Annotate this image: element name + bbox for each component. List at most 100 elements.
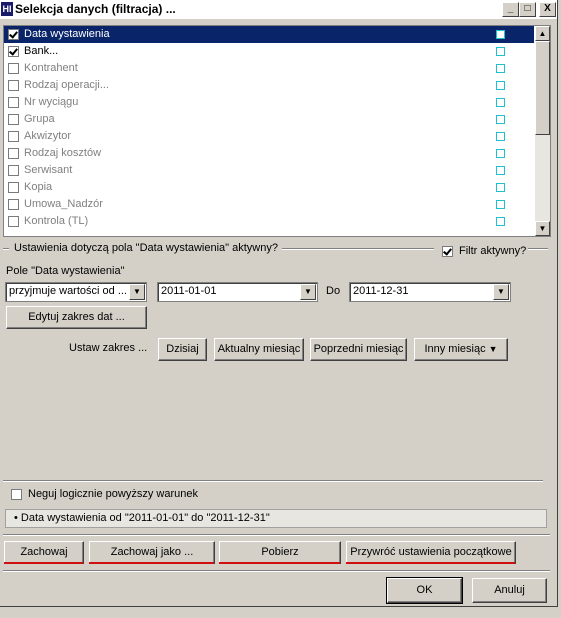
mode-select[interactable]: przyjmuje wartości od ... ▼ <box>5 282 147 302</box>
close-button[interactable]: X <box>539 2 556 17</box>
load-button[interactable]: Pobierz <box>219 541 341 564</box>
scroll-up-icon[interactable]: ▲ <box>535 26 550 41</box>
list-item[interactable]: Serwisant <box>4 162 534 179</box>
current-month-label: Aktualny miesiąc <box>217 343 301 355</box>
save-as-button[interactable]: Zachowaj jako ... <box>89 541 215 564</box>
previous-month-button[interactable]: Poprzedni miesiąc <box>310 338 407 361</box>
cancel-button[interactable]: Anuluj <box>472 578 547 603</box>
status-marker-icon <box>496 217 505 226</box>
status-marker-icon <box>496 81 505 90</box>
chevron-down-icon[interactable]: ▼ <box>129 284 145 300</box>
field-checkbox[interactable] <box>8 29 19 40</box>
today-button[interactable]: Dzisiaj <box>158 338 207 361</box>
list-item[interactable]: Kontrahent <box>4 60 534 77</box>
status-marker-icon <box>496 115 505 124</box>
filter-active-label: Filtr aktywny? <box>459 245 527 257</box>
dropdown-arrow-icon: ▼ <box>488 344 498 354</box>
field-caption: Pole "Data wystawienia" <box>6 265 125 277</box>
field-label: Serwisant <box>24 164 73 176</box>
group-line <box>282 248 434 250</box>
field-checkbox[interactable] <box>8 63 19 74</box>
save-button[interactable]: Zachowaj <box>4 541 84 564</box>
negate-label: Neguj logicznie powyższy warunek <box>28 488 198 500</box>
field-checkbox[interactable] <box>8 199 19 210</box>
save-underline <box>4 562 83 564</box>
field-checkbox[interactable] <box>8 216 19 227</box>
divider <box>3 480 543 482</box>
previous-month-label: Poprzedni miesiąc <box>313 343 404 355</box>
ok-button[interactable]: OK <box>386 577 463 604</box>
field-label: Rodzaj kosztów <box>24 147 102 159</box>
mode-select-value: przyjmuje wartości od ... <box>9 285 127 297</box>
list-item[interactable]: Grupa <box>4 111 534 128</box>
status-marker-icon <box>496 166 505 175</box>
list-item[interactable]: Kontrola (TL) <box>4 213 534 230</box>
field-label: Kontrahent <box>24 62 78 74</box>
other-month-text: Inny miesiąc <box>424 343 486 355</box>
date-from-field[interactable]: 2011-01-01 ▼ <box>157 282 318 302</box>
field-checkbox[interactable] <box>8 131 19 142</box>
current-month-button[interactable]: Aktualny miesiąc <box>214 338 304 361</box>
field-label: Akwizytor <box>24 130 72 142</box>
to-label: Do <box>326 285 341 297</box>
field-checkbox[interactable] <box>8 148 19 159</box>
status-marker-icon <box>496 132 505 141</box>
status-marker-icon <box>496 183 505 192</box>
other-month-label: Inny miesiąc ▼ <box>415 339 507 360</box>
list-scrollbar[interactable]: ▲ ▼ <box>535 26 550 236</box>
dialog-window: HI Selekcja danych (filtracja) ... _ □ X… <box>0 0 558 607</box>
field-checkbox[interactable] <box>8 165 19 176</box>
field-label: Bank... <box>24 45 59 57</box>
status-marker-icon <box>496 30 505 39</box>
field-label: Umowa_Nadzór <box>24 198 103 210</box>
today-label: Dzisiaj <box>166 343 199 355</box>
field-checkbox[interactable] <box>8 80 19 91</box>
field-checkbox[interactable] <box>8 46 19 57</box>
chevron-down-icon[interactable]: ▼ <box>493 284 509 300</box>
field-checkbox[interactable] <box>8 114 19 125</box>
list-item[interactable]: Bank... <box>4 43 534 60</box>
load-underline <box>219 562 340 564</box>
summary-bar: • Data wystawienia od "2011-01-01" do "2… <box>5 509 547 528</box>
list-item[interactable]: Rodzaj operacji... <box>4 77 534 94</box>
divider <box>3 570 550 572</box>
scroll-down-icon[interactable]: ▼ <box>535 221 550 236</box>
save-label: Zachowaj <box>20 546 68 558</box>
window-title: Selekcja danych (filtracja) ... <box>15 2 176 16</box>
save-as-label: Zachowaj jako ... <box>110 546 194 558</box>
list-item[interactable]: Rodzaj kosztów <box>4 145 534 162</box>
field-label: Nr wyciągu <box>24 96 79 108</box>
edit-range-label: Edytuj zakres dat ... <box>28 311 125 323</box>
field-checkbox[interactable] <box>8 97 19 108</box>
field-list[interactable]: Data wystawienia Bank... Kontrahent Rodzaj … <box>3 25 551 237</box>
restore-underline <box>346 562 515 564</box>
list-item[interactable]: Akwizytor <box>4 128 534 145</box>
cancel-label: Anuluj <box>494 584 525 596</box>
field-label: Kontrola (TL) <box>24 215 89 227</box>
date-from-value: 2011-01-01 <box>161 285 217 297</box>
edit-range-button[interactable]: Edytuj zakres dat ... <box>6 306 147 329</box>
negate-checkbox[interactable] <box>11 489 22 500</box>
set-range-label: Ustaw zakres ... <box>69 342 148 354</box>
filter-active-checkbox[interactable] <box>442 246 453 257</box>
minimize-button[interactable]: _ <box>502 2 519 17</box>
other-month-button[interactable]: Inny miesiąc ▼ <box>414 338 508 361</box>
ok-label: OK <box>416 584 433 596</box>
list-item[interactable]: Umowa_Nadzór <box>4 196 534 213</box>
status-marker-icon <box>496 47 505 56</box>
field-label: Kopia <box>24 181 53 193</box>
restore-defaults-button[interactable]: Przywróć ustawienia początkowe <box>346 541 516 564</box>
maximize-button[interactable]: □ <box>519 2 536 17</box>
group-line <box>3 248 9 250</box>
scroll-thumb[interactable] <box>535 41 550 135</box>
list-item[interactable]: Kopia <box>4 179 534 196</box>
app-icon: HI <box>1 2 13 16</box>
status-marker-icon <box>496 149 505 158</box>
list-item[interactable]: Data wystawienia <box>4 26 534 43</box>
field-checkbox[interactable] <box>8 182 19 193</box>
list-item[interactable]: Nr wyciągu <box>4 94 534 111</box>
chevron-down-icon[interactable]: ▼ <box>300 284 316 300</box>
date-to-field[interactable]: 2011-12-31 ▼ <box>349 282 511 302</box>
group-line <box>528 248 548 250</box>
title-bar[interactable]: HI Selekcja danych (filtracja) ... _ □ X <box>0 0 557 19</box>
